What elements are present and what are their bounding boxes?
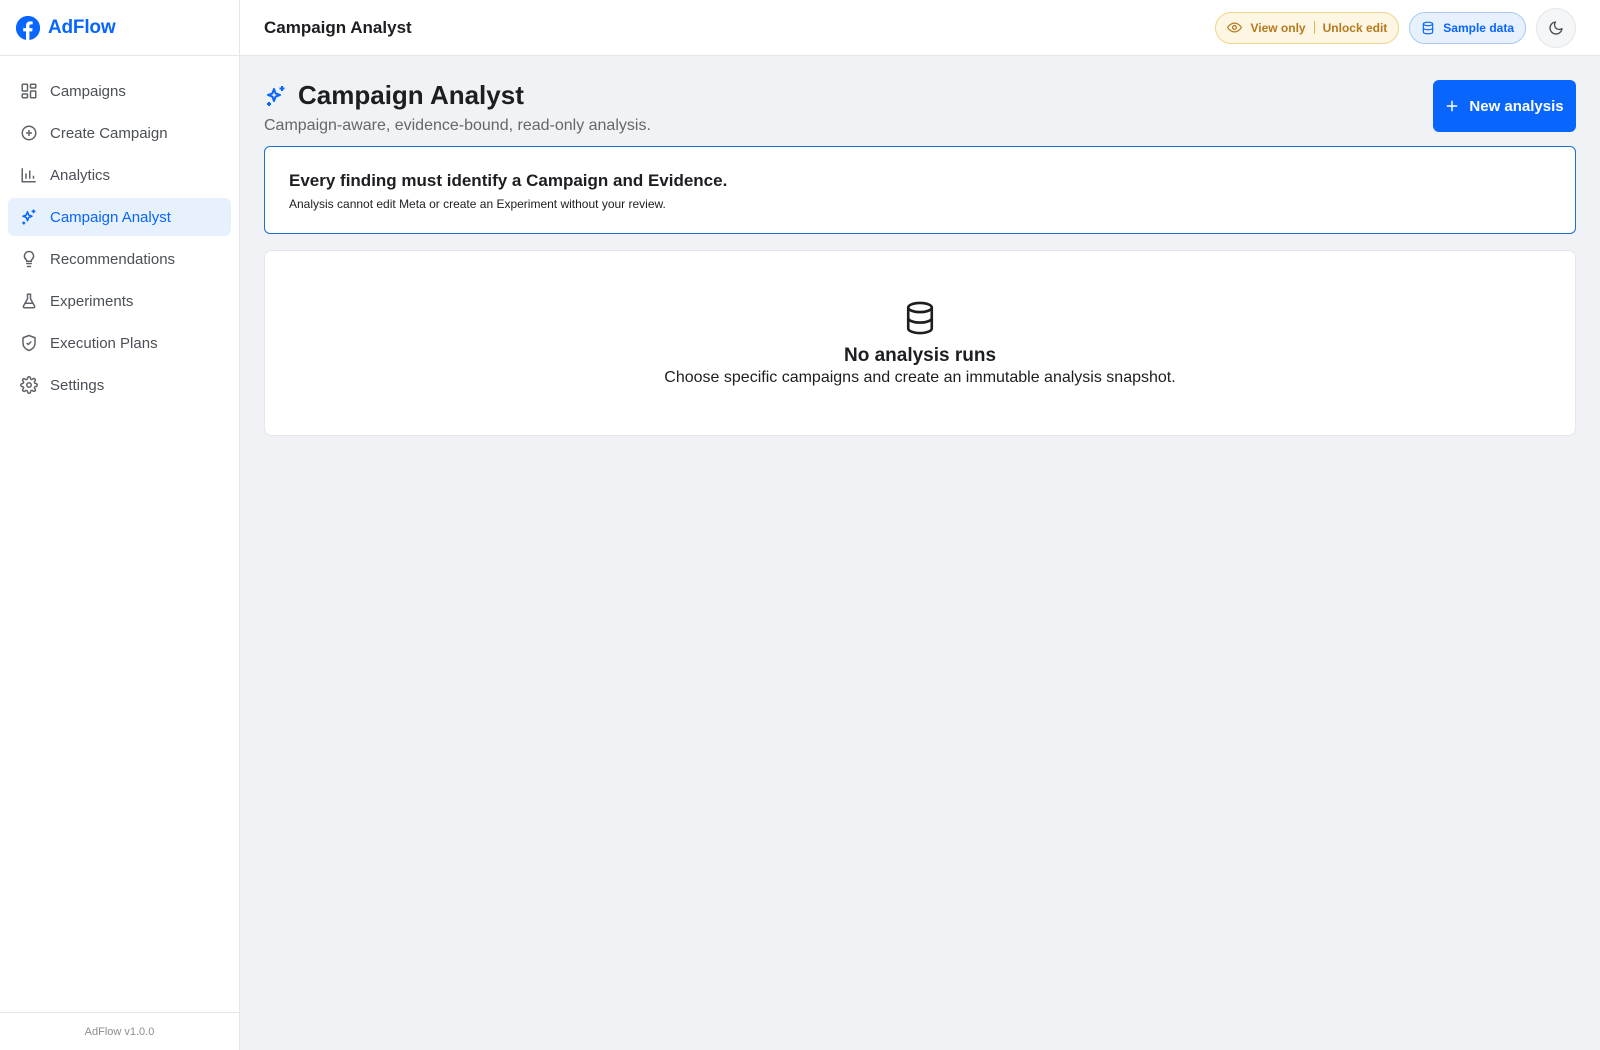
empty-state: No analysis runs Choose specific campaig… [264, 250, 1576, 436]
evidence-notice: Every finding must identify a Campaign a… [264, 146, 1576, 234]
notice-title: Every finding must identify a Campaign a… [289, 171, 728, 190]
new-analysis-button[interactable]: New analysis [1433, 80, 1576, 132]
sample-data-label: Sample data [1443, 20, 1514, 35]
topbar-title: Campaign Analyst [264, 17, 412, 37]
sidebar-item-label: Recommendations [50, 250, 176, 268]
gear-icon [20, 376, 38, 394]
page-heading: Campaign Analyst Campaign-aware, evidenc… [264, 80, 651, 135]
app-shell: AdFlow Campaigns Create Campaign Analyti… [0, 0, 1600, 1050]
sidebar-item-recommendations[interactable]: Recommendations [8, 240, 231, 278]
sidebar-item-execution-plans[interactable]: Execution Plans [8, 324, 231, 362]
moon-icon [1549, 20, 1563, 35]
sample-data-button[interactable]: Sample data [1409, 11, 1526, 44]
plus-icon [1446, 100, 1458, 112]
notice-text: Analysis cannot edit Meta or create an E… [289, 197, 666, 211]
database-icon [1423, 21, 1434, 34]
sidebar: AdFlow Campaigns Create Campaign Analyti… [0, 0, 240, 1050]
main-area: Campaign Analyst View only Unlock edit S… [240, 0, 1600, 1050]
empty-state-text: Choose specific campaigns and create an … [664, 369, 1176, 386]
view-only-label: View only [1250, 20, 1306, 35]
grid-icon [21, 83, 37, 99]
flask-icon [22, 293, 36, 309]
sidebar-item-settings[interactable]: Settings [8, 366, 231, 404]
divider [1313, 21, 1315, 34]
page-header: Campaign Analyst Campaign-aware, evidenc… [264, 80, 1576, 146]
sidebar-item-campaigns[interactable]: Campaigns [8, 72, 231, 110]
sidebar-item-analytics[interactable]: Analytics [8, 156, 231, 194]
lightbulb-icon [23, 250, 35, 268]
sparkles-icon [22, 209, 36, 225]
sidebar-item-label: Execution Plans [50, 334, 158, 352]
app-version: AdFlow v1.0.0 [0, 1012, 239, 1050]
sidebar-item-label: Campaigns [50, 82, 126, 100]
sidebar-nav: Campaigns Create Campaign Analytics Camp… [0, 56, 239, 1012]
brand[interactable]: AdFlow [0, 0, 239, 56]
topbar-actions: View only Unlock edit Sample data [1215, 7, 1576, 48]
title-row: Campaign Analyst [264, 80, 651, 111]
database-icon [906, 301, 934, 335]
unlock-edit-button[interactable]: Unlock edit [1323, 21, 1388, 35]
facebook-logo-icon [16, 15, 40, 40]
sidebar-item-label: Settings [50, 376, 105, 394]
topbar: Campaign Analyst View only Unlock edit S… [240, 0, 1600, 56]
theme-toggle-button[interactable] [1536, 7, 1576, 48]
bar-chart-icon [21, 168, 36, 183]
new-analysis-label: New analysis [1469, 97, 1564, 115]
view-only-badge: View only Unlock edit [1215, 11, 1400, 44]
sidebar-item-label: Analytics [50, 166, 111, 184]
sidebar-item-create-campaign[interactable]: Create Campaign [8, 114, 231, 152]
sidebar-item-label: Campaign Analyst [50, 208, 171, 226]
brand-name: AdFlow [48, 16, 116, 38]
sidebar-item-experiments[interactable]: Experiments [8, 282, 231, 320]
page-content: Campaign Analyst Campaign-aware, evidenc… [240, 56, 1600, 460]
sparkles-icon [267, 85, 285, 106]
sidebar-item-label: Create Campaign [50, 124, 168, 142]
plus-circle-icon [21, 125, 37, 141]
page-subtitle: Campaign-aware, evidence-bound, read-onl… [264, 117, 651, 134]
empty-state-title: No analysis runs [843, 345, 997, 366]
sidebar-item-campaign-analyst[interactable]: Campaign Analyst [8, 198, 231, 236]
sidebar-item-label: Experiments [50, 292, 134, 310]
shield-check-icon [22, 334, 36, 352]
page-title: Campaign Analyst [298, 80, 524, 110]
eye-icon [1227, 22, 1243, 33]
